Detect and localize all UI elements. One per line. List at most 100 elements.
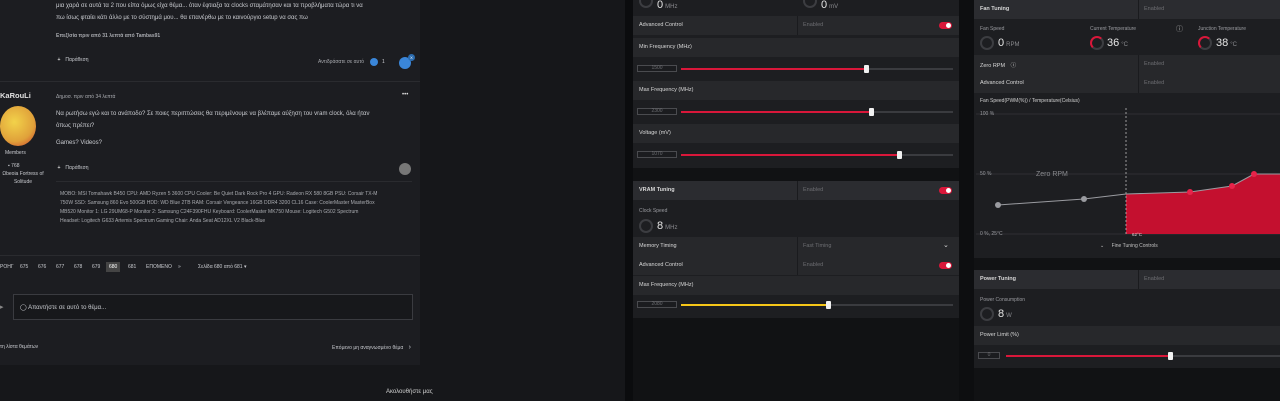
fan-speed-label: Fan Speed [980,26,1005,32]
power-limit-input[interactable]: 0 [978,352,1000,359]
zero-rpm-zone-label: Zero RPM [1036,171,1068,178]
clock-speed-label: Clock Speed [639,208,668,214]
pagination-page-active[interactable]: 680 [106,262,121,272]
advanced-control-toggle[interactable] [939,262,952,269]
advanced-control-label: Advanced Control [639,262,683,268]
next-unread-link[interactable]: Επόμενο μη αναγνωσμένο θέμα › [332,344,411,351]
pagination-page[interactable]: 678 [74,264,82,270]
post-more-icon[interactable]: ••• [402,92,408,98]
power-tuning-header[interactable]: Power Tuning Enabled [974,270,1280,289]
fan-tuning-title: Fan Tuning [980,6,1010,12]
y-axis-top-label: 100 % [980,111,995,117]
slider-fill [681,154,899,156]
signature-line-1: MOBO: MSI Tomahawk B450 CPU: AMD Ryzen 5… [60,191,378,197]
memory-timing-row[interactable]: Memory Timing Fast Timing ⌄ [633,237,959,256]
slider-fill [1006,355,1171,357]
vram-tuning-panel: VRAM Tuning Enabled Clock Speed 8 MHz Mem… [633,181,959,318]
fan-curve-chart[interactable] [974,108,1280,240]
current-temp-readout: 36 °C [1107,37,1128,49]
power-limit-slider[interactable] [1006,352,1280,360]
follow-us: Ακολουθήστε μας [386,389,433,395]
temperature-gauge-icon [1198,36,1212,50]
chevron-down-icon[interactable]: ⌄ [943,241,949,249]
back-to-list-link[interactable]: τη λίστα θεμάτων [0,344,38,350]
power-tuning-title: Power Tuning [980,276,1016,282]
voltage-input[interactable]: 1070 [637,151,677,158]
divider [0,81,420,82]
reaction-badge: X [408,54,415,61]
slider-handle[interactable] [896,151,902,159]
slider-handle[interactable] [863,65,869,73]
power-tuning-state: Enabled [1144,276,1165,282]
power-consumption-label: Power Consumption [980,297,1026,303]
help-icon[interactable]: ⓘ [1011,63,1017,69]
junction-temp-readout: 38 °C [1216,37,1237,49]
quote-button-prev[interactable]: + Παράθεση [54,57,114,69]
temperature-marker-label: 62°C [1132,232,1143,237]
pagination-page[interactable]: 681 [128,264,136,270]
vram-tuning-header[interactable]: VRAM Tuning Enabled [633,181,959,200]
edited-note: Επεξ/σία πριν από 31 λεπτά από Tambas91 [56,33,161,39]
signature-line-2: 750W SSD: Samsung 860 Evo 500GB HDD: WD … [60,200,375,206]
pagination-last[interactable]: » [178,264,181,270]
vram-tuning-toggle[interactable] [939,187,952,194]
gpu-voltage-readout: 0 mV [821,0,839,11]
memory-timing-label: Memory Timing [639,243,677,249]
slider-fill [681,304,828,306]
y-axis-bottom-label: 0 %, 25°C [980,231,1003,237]
fan-advanced-control-row[interactable]: Advanced Control Enabled [974,74,1280,93]
pagination-page[interactable]: 675 [20,264,28,270]
fine-tuning-toggle[interactable]: ⌄ Fine Tuning Controls [1100,243,1158,249]
zero-rpm-label: Zero RPM ⓘ [980,63,1017,69]
voltage-slider[interactable] [681,151,953,159]
divider [1138,270,1139,289]
pagination-prev[interactable]: ΡΟΗΓ [0,264,14,270]
max-frequency-label: Max Frequency (MHz) [639,87,694,93]
help-icon[interactable]: ⓘ [1176,24,1183,34]
advanced-control-label: Advanced Control [980,80,1024,86]
pagination-next[interactable]: ΕΠΟΜΕΝΟ [146,264,172,270]
power-gauge-icon [980,307,994,321]
power-limit-row: Power Limit (%) [974,326,1280,345]
divider [797,256,798,275]
voltage-label: Voltage (mV) [639,130,671,136]
author-name[interactable]: KaRouLi [0,91,31,100]
current-temp-label: Current Temperature [1090,26,1137,32]
advanced-control-toggle[interactable] [939,22,952,29]
reply-input[interactable]: ◯ Απαντήστε σε αυτό το θέμα... [13,294,413,320]
react-heart-button[interactable] [399,163,411,175]
slider-handle[interactable] [1168,352,1174,360]
min-frequency-slider[interactable] [681,65,953,73]
vram-max-frequency-slider[interactable] [681,301,953,309]
slider-fill [681,111,872,113]
author-role: Members [5,150,26,156]
chevron-down-icon: ⌄ [1100,243,1105,249]
prev-post-line-2: πω ίσως φταίει κάτι άλλο με το σύστημά μ… [56,15,308,21]
zero-rpm-value: Enabled [1144,61,1165,67]
max-frequency-slider[interactable] [681,108,953,116]
vram-max-frequency-input[interactable]: 2080 [637,301,677,308]
pagination-page[interactable]: 677 [56,264,64,270]
max-frequency-label: Max Frequency (MHz) [639,282,694,288]
divider [797,181,798,200]
vram-tuning-title: VRAM Tuning [639,187,675,193]
plus-icon: + [57,165,61,171]
signature-line-4: Headset: Logitech G633 Artemis Spectrum … [60,218,266,224]
slider-handle[interactable] [869,108,875,116]
reaction-count: 1 [382,59,385,65]
gpu-advanced-control-row[interactable]: Advanced Control Enabled [633,16,959,35]
min-frequency-input[interactable]: 1500 [637,65,677,72]
fan-tuning-header[interactable]: Fan Tuning Enabled [974,0,1280,19]
max-frequency-input[interactable]: 2300 [637,108,677,115]
comment-icon: ◯ [20,305,27,311]
zero-rpm-row[interactable]: Zero RPM ⓘ Enabled [974,55,1280,74]
vram-advanced-control-row[interactable]: Advanced Control Enabled [633,256,959,275]
post-line-2: όπως πρέπει? [56,123,95,129]
quote-button[interactable]: + Παράθεση [54,165,114,177]
slider-handle[interactable] [825,301,831,309]
pagination-page[interactable]: 676 [38,264,46,270]
pagination-page[interactable]: 679 [92,264,100,270]
page-info[interactable]: Σελίδα 680 από 681 ▾ [198,264,246,270]
fan-tuning-state: Enabled [1144,6,1165,12]
author-avatar[interactable] [0,106,36,146]
